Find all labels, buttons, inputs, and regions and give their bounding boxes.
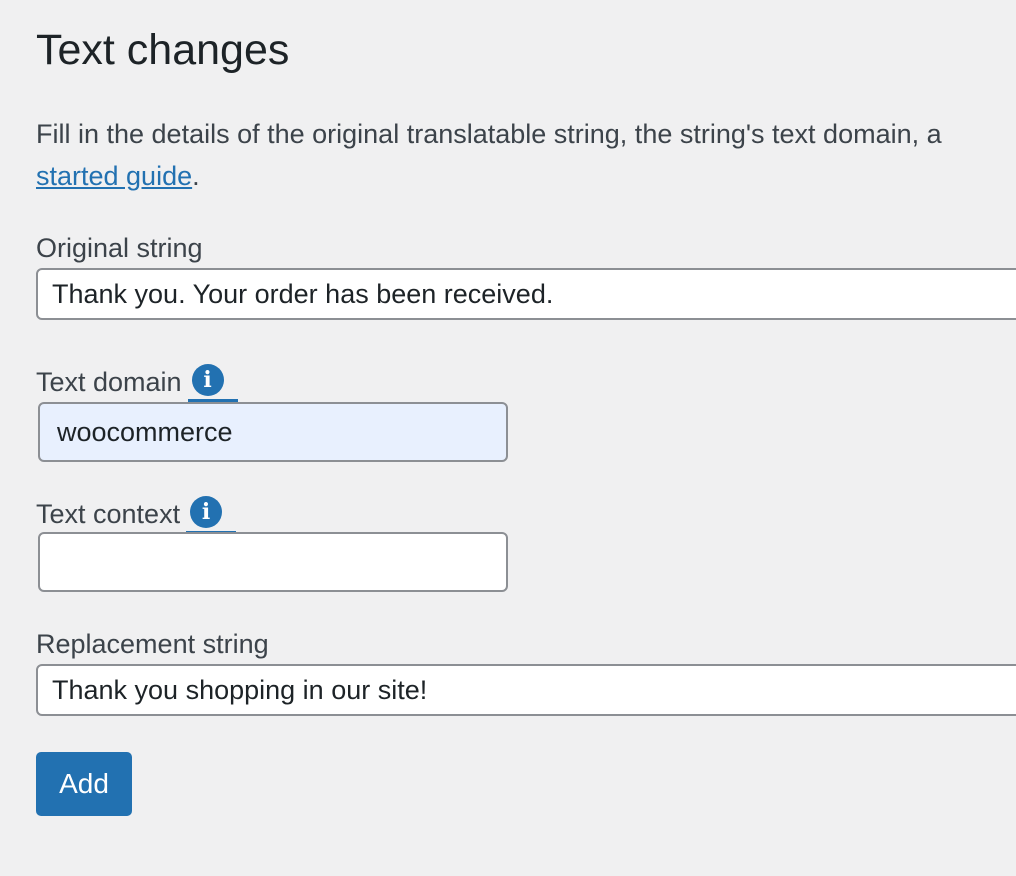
text-domain-value: woocommerce (57, 416, 233, 447)
replacement-string-value: Thank you shopping in our site! (52, 674, 428, 705)
text-context-label-text: Text context (36, 499, 181, 529)
replacement-string-label-text: Replacement string (36, 629, 269, 659)
original-string-label-text: Original string (36, 233, 203, 263)
text-changes-page: Text changes Fill in the details of the … (0, 0, 1016, 876)
info-icon: i (190, 496, 223, 528)
text-domain-label-text: Text domain (36, 367, 182, 397)
intro-text-end: . (192, 161, 200, 191)
info-icon: i (191, 364, 224, 396)
original-string-input[interactable]: Thank you. Your order has been received. (36, 268, 1016, 320)
add-button[interactable]: Add (36, 752, 132, 816)
getting-started-guide-link[interactable]: started guide (36, 161, 192, 191)
text-context-help-button[interactable]: i (186, 494, 237, 534)
text-context-label: Text context i (36, 494, 237, 534)
original-string-value: Thank you. Your order has been received. (52, 278, 554, 309)
text-context-input[interactable] (38, 532, 508, 592)
page-title: Text changes (36, 26, 290, 74)
text-domain-input[interactable]: woocommerce (38, 402, 508, 462)
replacement-string-label: Replacement string (36, 627, 269, 661)
replacement-string-input[interactable]: Thank you shopping in our site! (36, 664, 1016, 716)
intro-text-body: Fill in the details of the original tran… (36, 119, 942, 149)
text-domain-label: Text domain i (36, 362, 238, 402)
text-domain-help-button[interactable]: i (187, 362, 238, 402)
intro-text: Fill in the details of the original tran… (36, 113, 1016, 197)
original-string-label: Original string (36, 231, 203, 265)
